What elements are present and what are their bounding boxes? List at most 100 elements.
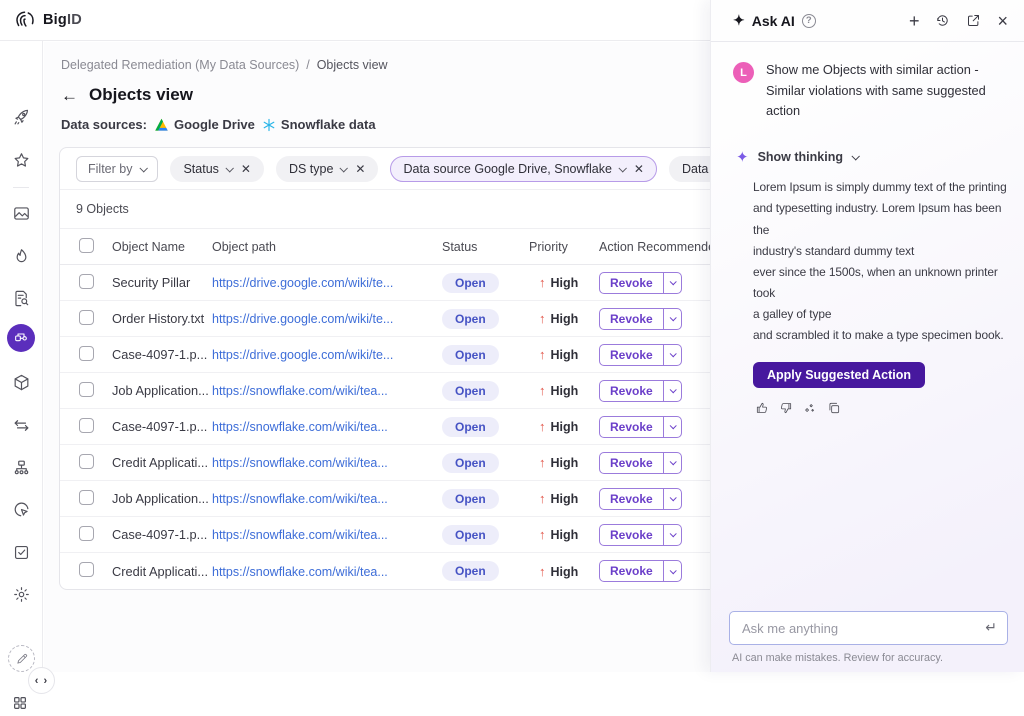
thumbs-up-icon[interactable] [755,401,769,415]
star-icon[interactable] [11,150,31,170]
table-row: Job Application... https://snowflake.com… [60,373,710,409]
sidebar-divider [13,187,29,188]
hierarchy-icon[interactable] [11,457,31,477]
revoke-button[interactable]: Revoke [599,308,682,330]
row-checkbox[interactable] [79,382,94,397]
row-checkbox[interactable] [79,310,94,325]
revoke-button[interactable]: Revoke [599,416,682,438]
status-badge: Open [442,273,499,293]
shield-pointer-icon[interactable] [11,499,31,519]
ask-ai-input[interactable] [729,611,1008,645]
apply-suggested-action-button[interactable]: Apply Suggested Action [753,362,925,388]
row-checkbox[interactable] [79,454,94,469]
bigid-logo[interactable]: BigID [13,8,82,32]
apps-grid-icon[interactable] [12,695,28,716]
help-icon[interactable]: ? [802,14,816,28]
object-path-link[interactable]: https://snowflake.com/wiki/tea... [212,420,388,434]
flame-icon[interactable] [11,246,31,266]
show-thinking-toggle[interactable]: ✦ Show thinking [736,148,1010,166]
object-path-link[interactable]: https://snowflake.com/wiki/tea... [212,528,388,542]
col-status[interactable]: Status [442,240,529,254]
ask-ai-panel: ✦ Ask AI ? + × L Show me Objects with si… [710,0,1024,672]
breadcrumb-parent[interactable]: Delegated Remediation (My Data Sources) [61,58,299,72]
filter-chip-status[interactable]: Status ✕ [170,156,264,182]
close-icon[interactable]: ✕ [241,162,251,176]
google-drive-icon [154,118,169,132]
filter-chip-ds-type[interactable]: DS type ✕ [276,156,379,182]
close-icon[interactable]: ✕ [355,162,365,176]
chevron-down-icon[interactable] [663,273,681,293]
breadcrumb[interactable]: Delegated Remediation (My Data Sources) … [61,58,710,72]
chevron-down-icon[interactable] [663,417,681,437]
document-search-icon[interactable] [11,288,31,308]
cube-icon[interactable] [11,372,31,392]
close-icon[interactable]: × [997,12,1008,30]
filter-chip-data-owner[interactable]: Data owner ✕ [669,156,710,182]
collapse-icon[interactable]: ‹ › [28,667,55,694]
regenerate-icon[interactable] [803,401,817,415]
row-checkbox[interactable] [79,418,94,433]
chevron-down-icon[interactable] [663,525,681,545]
chevron-down-icon[interactable] [663,453,681,473]
revoke-button[interactable]: Revoke [599,452,682,474]
remediation-icon-active[interactable] [7,324,35,352]
revoke-button[interactable]: Revoke [599,272,682,294]
object-path-link[interactable]: https://snowflake.com/wiki/tea... [212,492,388,506]
status-badge: Open [442,309,499,329]
gear-icon[interactable] [11,584,31,604]
chevron-down-icon[interactable] [663,345,681,365]
priority-up-icon: ↑ [539,275,546,290]
back-button[interactable]: ← [61,87,78,104]
revoke-button[interactable]: Revoke [599,344,682,366]
objects-card: Filter by Status ✕ DS type ✕ Data source… [59,147,710,590]
feedback-row [755,401,1024,415]
revoke-button[interactable]: Revoke [599,560,682,582]
col-priority[interactable]: Priority [529,240,599,254]
object-path-link[interactable]: https://drive.google.com/wiki/te... [212,276,393,290]
rocket-icon[interactable] [11,107,31,127]
row-checkbox[interactable] [79,346,94,361]
filter-chip-data-source[interactable]: Data source Google Drive, Snowflake ✕ [390,156,657,182]
chevron-down-icon[interactable] [663,489,681,509]
chevron-down-icon[interactable] [663,309,681,329]
thumbs-down-icon[interactable] [779,401,793,415]
pencil-icon[interactable] [8,645,35,672]
object-path-link[interactable]: https://drive.google.com/wiki/te... [212,348,393,362]
page-title: Objects view [89,85,193,105]
history-icon[interactable] [935,13,950,28]
status-badge: Open [442,525,499,545]
copy-icon[interactable] [827,401,841,415]
ask-ai-header: ✦ Ask AI ? + × [711,0,1024,42]
chevron-down-icon[interactable] [663,561,681,581]
chevron-down-icon[interactable] [663,381,681,401]
row-checkbox[interactable] [79,274,94,289]
object-name: Order History.txt [112,311,212,326]
new-chat-icon[interactable]: + [909,12,920,30]
revoke-button[interactable]: Revoke [599,380,682,402]
revoke-button[interactable]: Revoke [599,524,682,546]
ai-disclaimer: AI can make mistakes. Review for accurac… [732,652,1008,664]
filter-by-dropdown[interactable]: Filter by [76,156,158,182]
image-icon[interactable] [11,203,31,223]
transfer-arrows-icon[interactable] [11,415,31,435]
row-checkbox[interactable] [79,526,94,541]
sparkle-icon: ✦ [733,12,745,29]
revoke-button[interactable]: Revoke [599,488,682,510]
object-path-link[interactable]: https://snowflake.com/wiki/tea... [212,384,388,398]
col-object-name[interactable]: Object Name [112,240,212,254]
row-checkbox[interactable] [79,490,94,505]
select-all-checkbox[interactable] [79,238,94,253]
enter-icon[interactable]: ↵ [985,619,997,636]
priority-up-icon: ↑ [539,564,546,579]
close-icon[interactable]: ✕ [634,162,644,176]
object-path-link[interactable]: https://snowflake.com/wiki/tea... [212,456,388,470]
priority-up-icon: ↑ [539,527,546,542]
col-action-recommended[interactable]: Action Recommended [599,240,710,254]
row-checkbox[interactable] [79,562,94,577]
object-path-link[interactable]: https://drive.google.com/wiki/te... [212,312,393,326]
open-external-icon[interactable] [966,13,981,28]
object-path-link[interactable]: https://snowflake.com/wiki/tea... [212,565,388,579]
col-object-path[interactable]: Object path [212,240,442,254]
task-check-icon[interactable] [11,542,31,562]
status-badge: Open [442,561,499,581]
